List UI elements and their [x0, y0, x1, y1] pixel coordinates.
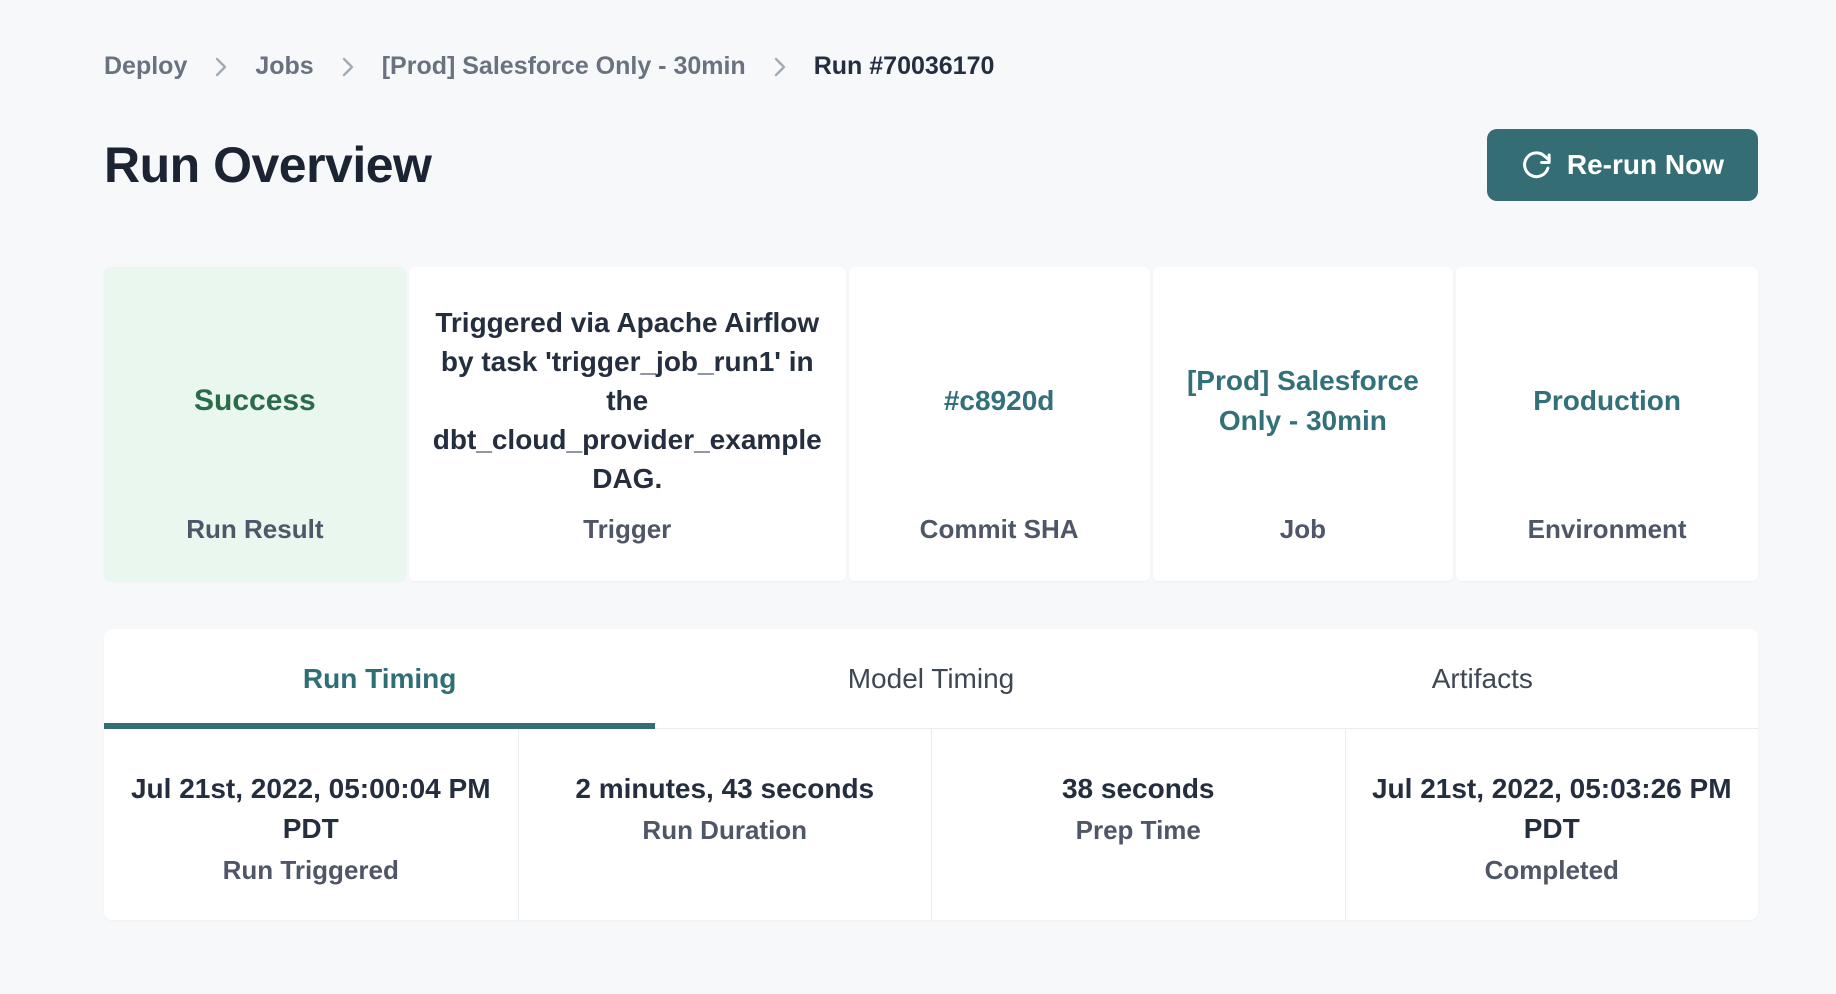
breadcrumb-item-job-name[interactable]: [Prod] Salesforce Only - 30min	[382, 52, 746, 81]
tab-run-timing[interactable]: Run Timing	[104, 629, 655, 728]
breadcrumb-item-run-number: Run #70036170	[814, 52, 995, 81]
prep-time-card: 38 seconds Prep Time	[931, 729, 1345, 920]
chevron-right-icon	[340, 56, 356, 78]
completed-label: Completed	[1370, 855, 1735, 886]
tab-bar: Run Timing Model Timing Artifacts	[104, 629, 1758, 729]
refresh-icon	[1521, 150, 1551, 180]
run-triggered-card: Jul 21st, 2022, 05:00:04 PM PDT Run Trig…	[104, 729, 518, 920]
trigger-value: Triggered via Apache Airflow by task 'tr…	[433, 303, 822, 499]
page-header: Run Overview Re-run Now	[104, 129, 1758, 201]
rerun-now-button[interactable]: Re-run Now	[1487, 129, 1758, 201]
breadcrumb: Deploy Jobs [Prod] Salesforce Only - 30m…	[104, 0, 1758, 81]
chevron-right-icon	[213, 56, 229, 78]
completed-card: Jul 21st, 2022, 05:03:26 PM PDT Complete…	[1345, 729, 1759, 920]
run-triggered-value: Jul 21st, 2022, 05:00:04 PM PDT	[128, 769, 494, 849]
environment-card: Production Environment	[1456, 267, 1758, 581]
environment-link[interactable]: Production	[1533, 381, 1681, 420]
run-timing-cards: Jul 21st, 2022, 05:00:04 PM PDT Run Trig…	[104, 729, 1758, 920]
chevron-right-icon	[772, 56, 788, 78]
job-label: Job	[1177, 514, 1430, 545]
run-overview-page: Deploy Jobs [Prod] Salesforce Only - 30m…	[104, 0, 1758, 920]
run-detail-panel: Run Timing Model Timing Artifacts Jul 21…	[104, 629, 1758, 920]
prep-time-label: Prep Time	[956, 815, 1321, 846]
trigger-label: Trigger	[433, 514, 822, 545]
run-result-label: Run Result	[128, 514, 382, 545]
job-link[interactable]: [Prod] Salesforce Only - 30min	[1177, 361, 1430, 439]
job-card: [Prod] Salesforce Only - 30min Job	[1153, 267, 1454, 581]
rerun-now-button-label: Re-run Now	[1567, 149, 1724, 181]
run-summary-cards: Success Run Result Triggered via Apache …	[104, 267, 1758, 581]
environment-label: Environment	[1480, 514, 1734, 545]
run-duration-value: 2 minutes, 43 seconds	[543, 769, 908, 809]
breadcrumb-item-deploy[interactable]: Deploy	[104, 52, 187, 81]
completed-value: Jul 21st, 2022, 05:03:26 PM PDT	[1370, 769, 1735, 849]
commit-sha-label: Commit SHA	[873, 514, 1126, 545]
run-result-value: Success	[194, 380, 316, 422]
trigger-card: Triggered via Apache Airflow by task 'tr…	[409, 267, 846, 581]
commit-sha-link[interactable]: #c8920d	[944, 381, 1055, 420]
tab-model-timing[interactable]: Model Timing	[655, 629, 1206, 728]
breadcrumb-item-jobs[interactable]: Jobs	[255, 52, 313, 81]
tab-artifacts[interactable]: Artifacts	[1207, 629, 1758, 728]
run-duration-label: Run Duration	[543, 815, 908, 846]
run-triggered-label: Run Triggered	[128, 855, 494, 886]
page-title: Run Overview	[104, 136, 431, 194]
run-duration-card: 2 minutes, 43 seconds Run Duration	[518, 729, 932, 920]
commit-sha-card: #c8920d Commit SHA	[849, 267, 1150, 581]
prep-time-value: 38 seconds	[956, 769, 1321, 809]
run-result-card: Success Run Result	[104, 267, 406, 581]
